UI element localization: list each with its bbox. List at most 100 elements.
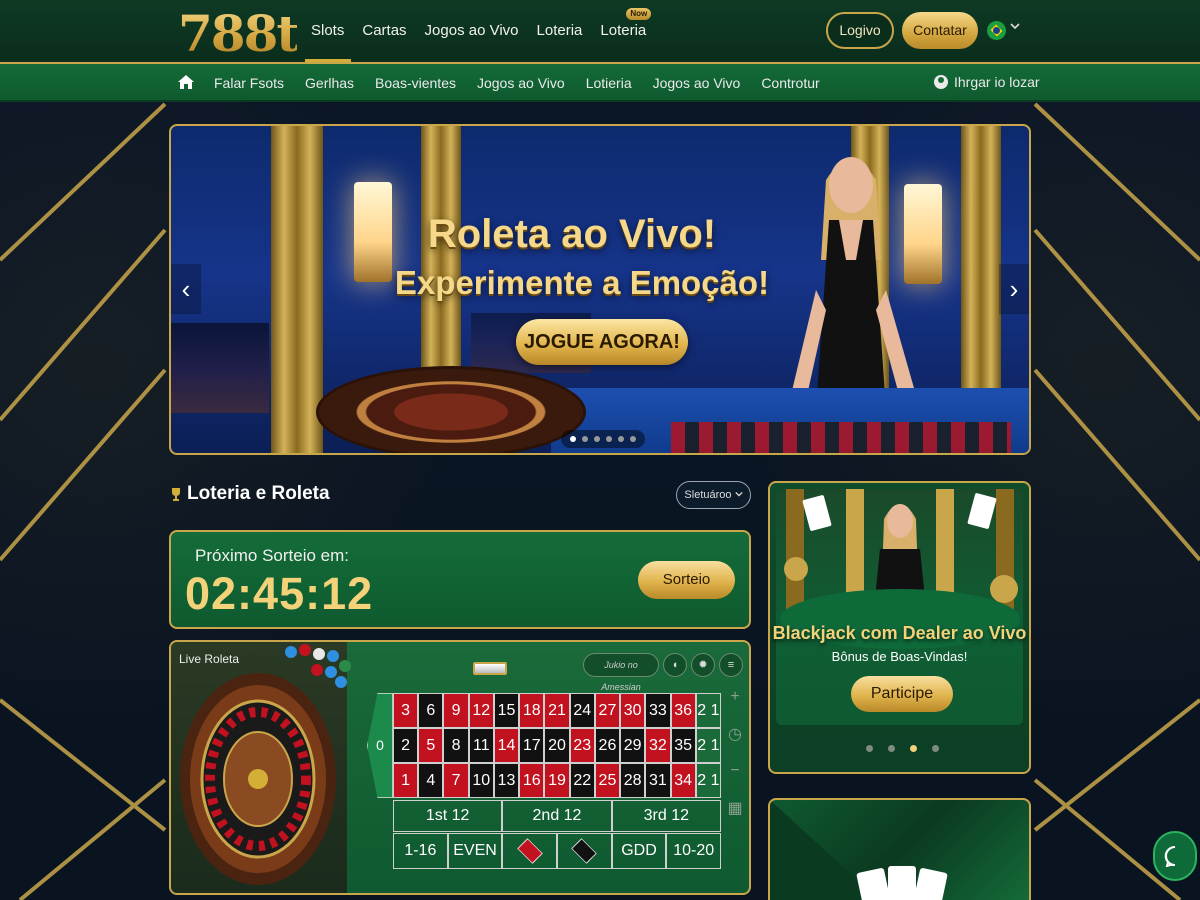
bet-cell[interactable]: 7 xyxy=(443,763,469,798)
login-button[interactable]: Logivo xyxy=(826,12,894,49)
bet-cell[interactable]: 9 xyxy=(443,693,469,728)
bet-cell[interactable]: 30 xyxy=(620,693,646,728)
subnav-item[interactable]: Controtur xyxy=(761,75,819,91)
chat-support-button[interactable] xyxy=(1153,831,1197,881)
bet-outside-red[interactable] xyxy=(502,833,558,869)
bet-cell[interactable]: 21 xyxy=(544,693,570,728)
chevron-down-icon[interactable] xyxy=(1010,20,1020,34)
carousel-dot[interactable] xyxy=(618,436,624,442)
subnav-item[interactable]: Jogos ao Vivo xyxy=(653,75,741,91)
carousel-dot[interactable] xyxy=(570,436,576,442)
carousel-dot[interactable] xyxy=(606,436,612,442)
bet-cell[interactable]: 4 xyxy=(418,763,444,798)
bet-cell[interactable]: 28 xyxy=(620,763,646,798)
bet-cell-zero[interactable]: 0 xyxy=(367,693,393,798)
subnav-item[interactable]: Boas-vientes xyxy=(375,75,456,91)
live-roulette-label: Live Roleta xyxy=(179,652,240,666)
carousel-dot[interactable] xyxy=(594,436,600,442)
bet-cell[interactable]: 13 xyxy=(493,763,520,798)
bet-cell[interactable]: 34 xyxy=(670,763,696,798)
bet-cell[interactable]: 16 xyxy=(519,763,545,798)
draw-button[interactable]: Sorteio xyxy=(638,561,735,599)
subnav-item[interactable]: Falar Fsots xyxy=(214,75,284,91)
bet-cell[interactable]: 12 xyxy=(468,693,494,728)
bet-cell[interactable]: 14 xyxy=(493,728,520,763)
nav-item-cartas[interactable]: Cartas xyxy=(353,0,415,62)
trophy-icon xyxy=(172,488,180,501)
bet-outside-black[interactable] xyxy=(557,833,612,869)
bet-cell[interactable]: 2 1 xyxy=(695,763,721,798)
bet-dozen-3[interactable]: 3rd 12 xyxy=(611,800,721,832)
subnav-item[interactable]: Gerlhas xyxy=(305,75,354,91)
bet-cell[interactable]: 24 xyxy=(569,693,595,728)
nav-item-jogos-ao-vivo[interactable]: Jogos ao Vivo xyxy=(416,0,528,62)
bet-cell[interactable]: 15 xyxy=(493,693,520,728)
plus-icon[interactable]: + xyxy=(730,688,739,706)
bet-cell[interactable]: 8 xyxy=(443,728,469,763)
carousel-dot[interactable] xyxy=(932,745,939,752)
bet-outside-even[interactable]: EVEN xyxy=(447,833,503,869)
bet-cell[interactable]: 17 xyxy=(519,728,545,763)
bet-cell[interactable]: 36 xyxy=(670,693,696,728)
bet-cell[interactable]: 27 xyxy=(594,693,621,728)
bet-dozen-2[interactable]: 2nd 12 xyxy=(502,800,612,832)
bet-amount-pill[interactable]: Jukio no Amessian xyxy=(583,653,659,692)
new-badge: Now xyxy=(626,8,652,20)
play-now-button[interactable]: JOGUE AGORA! xyxy=(516,319,688,365)
bet-cell[interactable]: 35 xyxy=(670,728,696,763)
bet-cell[interactable]: 2 1 xyxy=(695,728,721,763)
bet-cell[interactable]: 2 1 xyxy=(695,693,721,728)
menu-icon[interactable]: ≡ xyxy=(719,653,743,677)
clock-icon[interactable]: ◷ xyxy=(728,724,742,744)
bet-cell[interactable]: 25 xyxy=(594,763,621,798)
nav-item-loteria[interactable]: Loteria xyxy=(528,0,592,62)
contact-button[interactable]: Contatar xyxy=(902,12,978,49)
bet-cell[interactable]: 29 xyxy=(620,728,646,763)
bet-cell[interactable]: 19 xyxy=(544,763,570,798)
carousel-dot[interactable] xyxy=(582,436,588,442)
subnav-item[interactable]: Jogos ao Vivo xyxy=(477,75,565,91)
brazil-flag-icon[interactable] xyxy=(987,21,1006,40)
bet-cell[interactable]: 33 xyxy=(645,693,671,728)
hero-banner[interactable]: Roleta ao Vivo! Experimente a Emoção! JO… xyxy=(169,124,1031,455)
carousel-dot[interactable] xyxy=(866,745,873,752)
stats-icon[interactable]: ▦ xyxy=(727,798,742,818)
bet-dozen-1[interactable]: 1st 12 xyxy=(393,800,503,832)
bet-cell[interactable]: 6 xyxy=(418,693,444,728)
subnav-item[interactable]: Lotieria xyxy=(586,75,632,91)
bet-outside-low[interactable]: 1-16 xyxy=(393,833,448,869)
bet-cell[interactable]: 31 xyxy=(645,763,671,798)
carousel-prev-icon[interactable]: ‹ xyxy=(171,264,201,314)
brand-logo[interactable]: 788t xyxy=(178,4,299,63)
bet-cell[interactable]: 26 xyxy=(594,728,621,763)
minus-icon[interactable]: − xyxy=(730,762,739,780)
bet-cell[interactable]: 22 xyxy=(569,763,595,798)
bet-cell[interactable]: 32 xyxy=(645,728,671,763)
bet-cell[interactable]: 23 xyxy=(569,728,595,763)
black-diamond-icon xyxy=(571,838,598,864)
cards-promo-card[interactable] xyxy=(768,798,1031,900)
nav-item-loteria-new[interactable]: Loteria Now xyxy=(591,0,655,62)
bet-outside-odd[interactable]: GDD xyxy=(611,833,667,869)
bet-cell[interactable]: 2 xyxy=(393,728,419,763)
settings-icon[interactable]: ✹ xyxy=(691,653,715,677)
bet-cell[interactable]: 11 xyxy=(468,728,494,763)
nav-item-slots[interactable]: Slots xyxy=(304,0,353,62)
user-account[interactable]: Ihrgar io lozar xyxy=(934,74,1040,90)
bet-outside-high[interactable]: 10-20 xyxy=(666,833,722,869)
bet-cell[interactable]: 18 xyxy=(519,693,545,728)
chevron-down-icon xyxy=(734,491,743,497)
carousel-next-icon[interactable]: › xyxy=(999,264,1029,314)
bet-cell[interactable]: 5 xyxy=(418,728,444,763)
section-select[interactable]: Sletuároo xyxy=(676,481,751,509)
bet-cell[interactable]: 20 xyxy=(544,728,570,763)
bet-cell[interactable]: 10 xyxy=(468,763,494,798)
bet-cell[interactable]: 3 xyxy=(393,693,419,728)
carousel-dot[interactable] xyxy=(888,745,895,752)
carousel-dot[interactable] xyxy=(630,436,636,442)
participate-button[interactable]: Participe xyxy=(851,676,953,712)
home-icon[interactable] xyxy=(177,73,195,91)
sound-icon[interactable]: ◖ xyxy=(663,653,687,677)
carousel-dot[interactable] xyxy=(910,745,917,752)
bet-cell[interactable]: 1 xyxy=(393,763,419,798)
